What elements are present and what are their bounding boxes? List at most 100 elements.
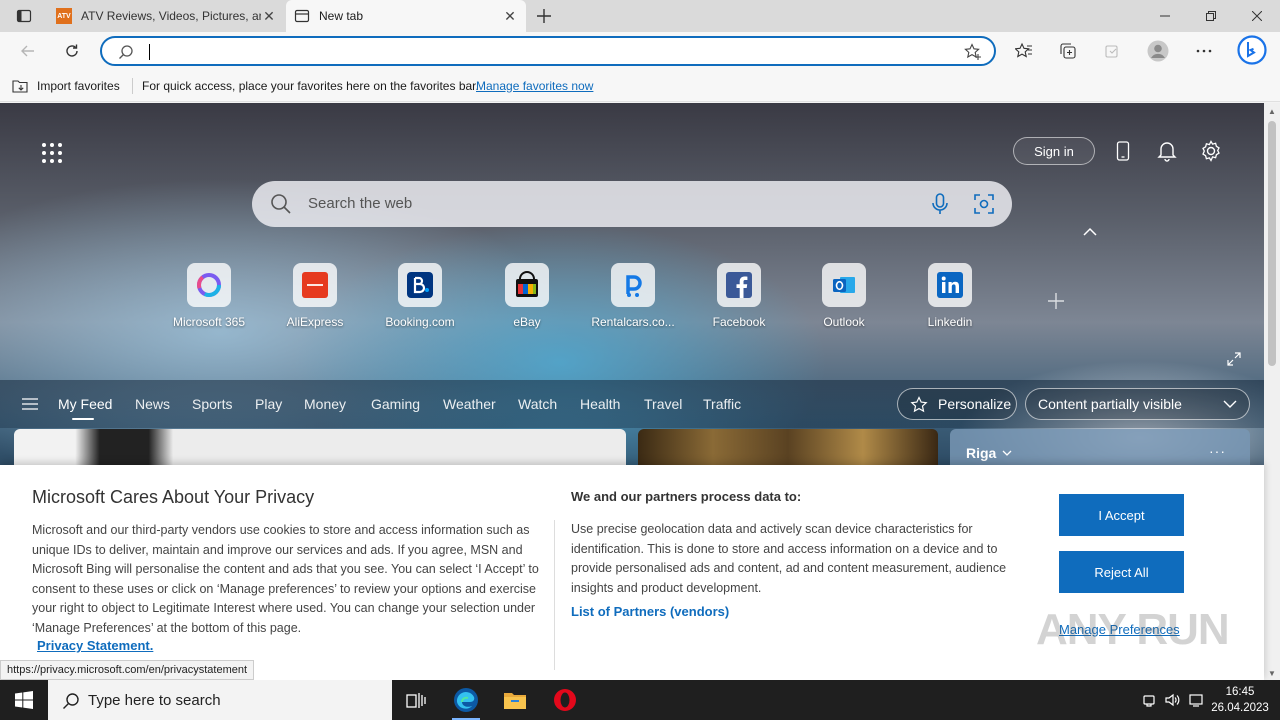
- start-button[interactable]: [0, 680, 48, 720]
- favorites-button[interactable]: [1010, 37, 1038, 65]
- anyrun-watermark: ANY RUN: [1036, 605, 1230, 654]
- taskbar-clock[interactable]: 16:45 26.04.2023: [1208, 684, 1272, 716]
- personalize-button[interactable]: Personalize: [897, 388, 1017, 420]
- privacy-statement-link[interactable]: Privacy Statement.: [37, 638, 153, 653]
- address-bar[interactable]: [100, 36, 996, 66]
- restore-button[interactable]: [1188, 0, 1234, 32]
- tab-actions-button[interactable]: [0, 0, 48, 32]
- quick-link-linkedin[interactable]: Linkedin: [905, 263, 995, 329]
- taskbar-file-explorer[interactable]: [491, 680, 539, 720]
- settings-more-button[interactable]: [1190, 37, 1218, 65]
- volume-icon[interactable]: [1164, 692, 1180, 708]
- partners-list-link[interactable]: List of Partners (vendors): [571, 604, 729, 619]
- page-scrollbar[interactable]: ▲ ▼: [1264, 103, 1280, 680]
- feed-tab-my-feed[interactable]: My Feed: [58, 396, 112, 412]
- microphone-icon[interactable]: [928, 192, 952, 216]
- profile-button[interactable]: [1144, 37, 1172, 65]
- taskbar-opera[interactable]: [541, 680, 589, 720]
- quick-link-label: Facebook: [712, 315, 766, 329]
- feed-tab-money[interactable]: Money: [304, 396, 346, 412]
- search-icon: [119, 45, 133, 59]
- tab-atv-reviews[interactable]: ATV ATV Reviews, Videos, Pictures, an ✕: [48, 0, 285, 32]
- visual-search-icon[interactable]: [972, 192, 996, 216]
- quick-link-booking[interactable]: Booking.com: [375, 263, 465, 329]
- scroll-down-arrow-icon[interactable]: ▼: [1268, 669, 1276, 678]
- quick-link-label: Microsoft 365: [172, 315, 246, 329]
- content-visibility-label: Content partially visible: [1038, 396, 1182, 412]
- quick-link-rentalcars[interactable]: Rentalcars.co...: [588, 263, 678, 329]
- selected-tab-indicator: [72, 418, 94, 420]
- tab-new-tab[interactable]: New tab ✕: [286, 0, 526, 32]
- feed-tab-traffic[interactable]: Traffic: [703, 396, 741, 412]
- quick-link-facebook[interactable]: Facebook: [694, 263, 784, 329]
- feed-tab-travel[interactable]: Travel: [644, 396, 682, 412]
- close-window-button[interactable]: [1234, 0, 1280, 32]
- bing-chat-button[interactable]: [1236, 34, 1268, 66]
- news-card[interactable]: [638, 429, 938, 469]
- rentalcars-icon: [611, 263, 655, 307]
- notifications-tray-icon[interactable]: [1188, 692, 1204, 708]
- privacy-consent-dialog: Microsoft Cares About Your Privacy Micro…: [0, 465, 1264, 680]
- feed-tab-sports[interactable]: Sports: [192, 396, 232, 412]
- close-icon: [1252, 11, 1262, 21]
- collections-icon: [1060, 43, 1076, 59]
- reject-all-button[interactable]: Reject All: [1059, 551, 1184, 593]
- weather-city[interactable]: Riga: [966, 445, 1012, 461]
- quick-link-ebay[interactable]: eBay: [482, 263, 572, 329]
- booking-icon: [398, 263, 442, 307]
- page-settings-button[interactable]: [1197, 137, 1225, 165]
- address-input[interactable]: [150, 42, 950, 62]
- taskbar-edge[interactable]: [442, 680, 490, 720]
- feed-tab-weather[interactable]: Weather: [443, 396, 496, 412]
- quick-link-microsoft-365[interactable]: Microsoft 365: [164, 263, 254, 329]
- close-tab-icon[interactable]: ✕: [502, 8, 518, 24]
- taskbar-search-box[interactable]: Type here to search: [48, 680, 392, 720]
- task-view-button[interactable]: [392, 680, 440, 720]
- notifications-button[interactable]: [1153, 137, 1181, 165]
- sign-in-button[interactable]: Sign in: [1013, 137, 1095, 165]
- app-launcher-icon[interactable]: [42, 143, 62, 163]
- quick-link-aliexpress[interactable]: AliExpress: [270, 263, 360, 329]
- chevron-up-icon[interactable]: [1082, 225, 1098, 239]
- quick-link-label: Booking.com: [385, 315, 455, 329]
- refresh-button[interactable]: [58, 37, 86, 65]
- scroll-up-arrow-icon[interactable]: ▲: [1268, 107, 1276, 116]
- network-status-icon[interactable]: [1141, 692, 1157, 708]
- add-shortcut-plus-icon[interactable]: [1044, 289, 1068, 313]
- clock-time: 16:45: [1225, 686, 1255, 698]
- import-favorites-button[interactable]: Import favorites: [12, 79, 120, 93]
- feed-tab-news[interactable]: News: [135, 396, 170, 412]
- new-tab-favicon-icon: [294, 9, 310, 23]
- quick-link-outlook[interactable]: Outlook: [799, 263, 889, 329]
- close-tab-icon[interactable]: ✕: [261, 8, 277, 24]
- hamburger-menu-icon[interactable]: [22, 398, 38, 410]
- favorites-hint: For quick access, place your favorites h…: [142, 78, 479, 93]
- add-favorite-star-icon[interactable]: [964, 43, 982, 61]
- tab-actions-icon: [16, 9, 32, 23]
- manage-favorites-link[interactable]: Manage favorites now: [476, 79, 593, 93]
- web-search-box[interactable]: Search the web: [252, 181, 1012, 227]
- more-options-icon[interactable]: ···: [1209, 443, 1226, 459]
- feed-tab-play[interactable]: Play: [255, 396, 282, 412]
- feed-tab-health[interactable]: Health: [580, 396, 620, 412]
- scrollbar-thumb[interactable]: [1268, 121, 1276, 366]
- accept-button[interactable]: I Accept: [1059, 494, 1184, 536]
- weather-card[interactable]: Riga ···: [950, 429, 1250, 469]
- new-tab-button[interactable]: [532, 4, 556, 28]
- content-visibility-dropdown[interactable]: Content partially visible: [1025, 388, 1250, 420]
- mobile-app-button[interactable]: [1109, 137, 1137, 165]
- minimize-button[interactable]: [1142, 0, 1188, 32]
- refresh-icon: [66, 44, 78, 57]
- phone-icon: [1116, 141, 1130, 161]
- feed-tab-watch[interactable]: Watch: [518, 396, 557, 412]
- ebay-icon: [505, 263, 549, 307]
- search-placeholder: Search the web: [308, 195, 413, 212]
- plus-icon: [537, 9, 551, 23]
- feed-tab-gaming[interactable]: Gaming: [371, 396, 420, 412]
- back-button[interactable]: [14, 37, 42, 65]
- news-card[interactable]: [14, 429, 626, 469]
- extensions-button[interactable]: [1098, 37, 1126, 65]
- collections-button[interactable]: [1054, 37, 1082, 65]
- search-icon: [63, 693, 79, 709]
- expand-background-icon[interactable]: [1226, 351, 1242, 367]
